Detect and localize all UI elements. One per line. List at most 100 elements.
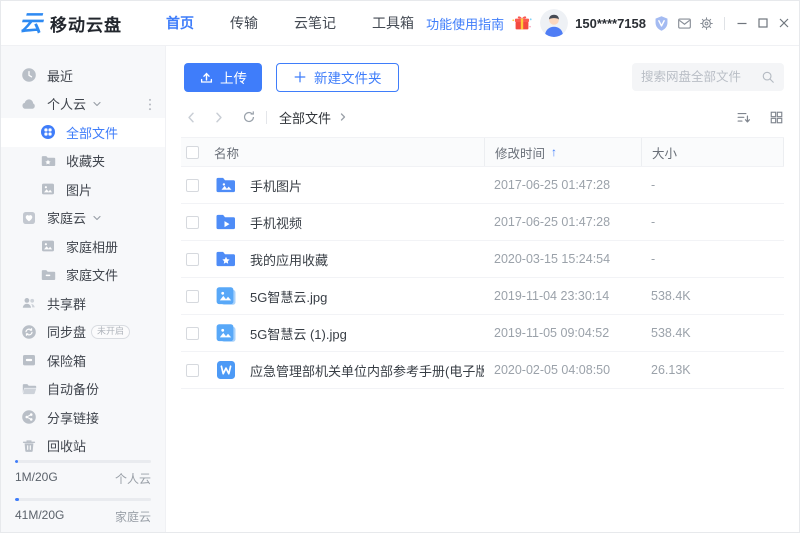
table-header: 名称 修改时间↑ 大小 <box>181 137 784 167</box>
sidebar-item[interactable]: 共享群 <box>1 289 165 318</box>
sidebar-item[interactable]: 家庭云 <box>1 204 165 233</box>
storage-usage: 41M/20G <box>15 508 64 525</box>
file-size: 538.4K <box>641 326 784 340</box>
storage-section: 1M/20G 个人云 41M/20G家庭云 <box>1 460 165 533</box>
sidebar-item-label: 保险箱 <box>47 351 86 370</box>
backup-folder-icon <box>21 381 37 397</box>
storage-label: 个人云 <box>115 470 151 487</box>
file-name[interactable]: 5G智慧云 (1).jpg <box>250 324 484 343</box>
search-icon[interactable] <box>761 70 775 84</box>
sidebar-item-label: 家庭相册 <box>66 237 118 256</box>
nav-tab[interactable]: 云笔记 <box>294 13 336 33</box>
chevron-down-icon[interactable] <box>92 99 102 109</box>
sidebar-item-label: 同步盘 <box>47 322 86 341</box>
vip-badge-icon[interactable] <box>653 15 670 32</box>
people-icon <box>21 295 37 311</box>
back-button[interactable] <box>184 110 199 125</box>
new-folder-label: 新建文件夹 <box>314 67 382 87</box>
divider <box>724 17 725 30</box>
search-input[interactable] <box>641 70 761 84</box>
heart-box-icon <box>21 210 37 226</box>
safe-icon <box>21 352 37 368</box>
file-row[interactable]: 手机视频2017-06-25 01:47:28- <box>181 204 784 241</box>
row-checkbox[interactable] <box>186 216 199 229</box>
file-modified-time: 2019-11-05 09:04:52 <box>484 326 641 340</box>
nav-tab[interactable]: 首页 <box>166 13 194 33</box>
select-all-checkbox[interactable] <box>186 146 199 159</box>
sidebar-item[interactable]: 最近 <box>1 61 165 90</box>
more-menu-icon[interactable] <box>148 98 152 111</box>
file-row[interactable]: 手机图片2017-06-25 01:47:28- <box>181 167 784 204</box>
sidebar-item-label: 家庭云 <box>47 208 86 227</box>
maximize-button[interactable] <box>756 16 770 30</box>
file-row[interactable]: 5G智慧云 (1).jpg2019-11-05 09:04:52538.4K <box>181 315 784 352</box>
row-checkbox[interactable] <box>186 364 199 377</box>
close-button[interactable] <box>777 16 791 30</box>
sidebar-item[interactable]: 同步盘未开启 <box>1 318 165 347</box>
guide-link[interactable]: 功能使用指南 <box>426 14 504 33</box>
file-size: 26.13K <box>641 363 784 377</box>
file-row[interactable]: 我的应用收藏2020-03-15 15:24:54- <box>181 241 784 278</box>
sidebar-item-label: 最近 <box>47 66 73 85</box>
folder-star-gray-icon <box>40 153 56 169</box>
share-icon <box>21 409 37 425</box>
upload-icon <box>199 70 214 85</box>
nav-tab[interactable]: 传输 <box>230 13 258 33</box>
gift-icon[interactable] <box>511 12 533 34</box>
file-row[interactable]: 5G智慧云.jpg2019-11-04 23:30:14538.4K <box>181 278 784 315</box>
grid-view-icon[interactable] <box>769 110 784 125</box>
sidebar-item[interactable]: 自动备份 <box>1 375 165 404</box>
sidebar-item-label: 分享链接 <box>47 408 99 427</box>
sort-list-icon[interactable] <box>736 110 751 125</box>
titlebar-right: 功能使用指南 150****7158 <box>426 9 791 37</box>
row-checkbox[interactable] <box>186 290 199 303</box>
file-name[interactable]: 手机图片 <box>250 176 484 195</box>
file-row[interactable]: 应急管理部机关单位内部参考手册(电子版).docx2020-02-05 04:0… <box>181 352 784 389</box>
refresh-icon[interactable] <box>242 110 256 124</box>
top-nav: 首页 传输 云笔记 工具箱 <box>166 13 414 33</box>
main-panel: 上传 新建文件夹 全部文件 <box>166 46 799 532</box>
mail-icon[interactable] <box>677 16 692 31</box>
sidebar-item[interactable]: 家庭文件 <box>1 261 165 290</box>
sidebar-item[interactable]: 保险箱 <box>1 346 165 375</box>
file-name[interactable]: 5G智慧云.jpg <box>250 287 484 306</box>
picture-icon <box>40 181 56 197</box>
chevron-down-icon[interactable] <box>92 213 102 223</box>
upload-button[interactable]: 上传 <box>184 63 262 92</box>
sort-ascending-icon: ↑ <box>551 145 557 159</box>
account-phone[interactable]: 150****7158 <box>575 16 646 31</box>
file-name[interactable]: 应急管理部机关单位内部参考手册(电子版).docx <box>250 361 484 380</box>
row-checkbox[interactable] <box>186 253 199 266</box>
grid-circle-icon <box>40 124 56 140</box>
titlebar: 云 移动云盘 首页传输云笔记工具箱 功能使用指南 150****7158 <box>1 1 799 46</box>
chevron-right-icon <box>338 112 348 122</box>
file-modified-time: 2020-03-15 15:24:54 <box>484 252 641 266</box>
sidebar-item-label: 收藏夹 <box>66 151 105 170</box>
minimize-button[interactable] <box>735 16 749 30</box>
file-size: 538.4K <box>641 289 784 303</box>
avatar[interactable] <box>540 9 568 37</box>
row-checkbox[interactable] <box>186 179 199 192</box>
breadcrumb[interactable]: 全部文件 <box>279 108 331 127</box>
sidebar-item[interactable]: 个人云 <box>1 90 165 119</box>
row-checkbox[interactable] <box>186 327 199 340</box>
settings-gear-icon[interactable] <box>699 16 714 31</box>
sidebar-item[interactable]: 回收站 <box>1 432 165 461</box>
sidebar-item[interactable]: 家庭相册 <box>1 232 165 261</box>
file-modified-time: 2017-06-25 01:47:28 <box>484 178 641 192</box>
sidebar-item[interactable]: 分享链接 <box>1 403 165 432</box>
sidebar-item[interactable]: 收藏夹 <box>1 147 165 176</box>
sidebar-item[interactable]: 全部文件 <box>1 118 165 147</box>
word-file-icon <box>214 358 238 382</box>
file-name[interactable]: 手机视频 <box>250 213 484 232</box>
sidebar-item[interactable]: 图片 <box>1 175 165 204</box>
forward-button[interactable] <box>211 110 226 125</box>
nav-tab[interactable]: 工具箱 <box>372 13 414 33</box>
column-header-modified[interactable]: 修改时间↑ <box>484 138 641 166</box>
storage-usage: 1M/20G <box>15 470 58 487</box>
column-header-size: 大小 <box>641 138 784 166</box>
storage-meter: 41M/20G家庭云 <box>15 498 151 525</box>
file-name[interactable]: 我的应用收藏 <box>250 250 484 269</box>
new-folder-button[interactable]: 新建文件夹 <box>276 63 399 92</box>
image-file-icon <box>214 284 238 308</box>
